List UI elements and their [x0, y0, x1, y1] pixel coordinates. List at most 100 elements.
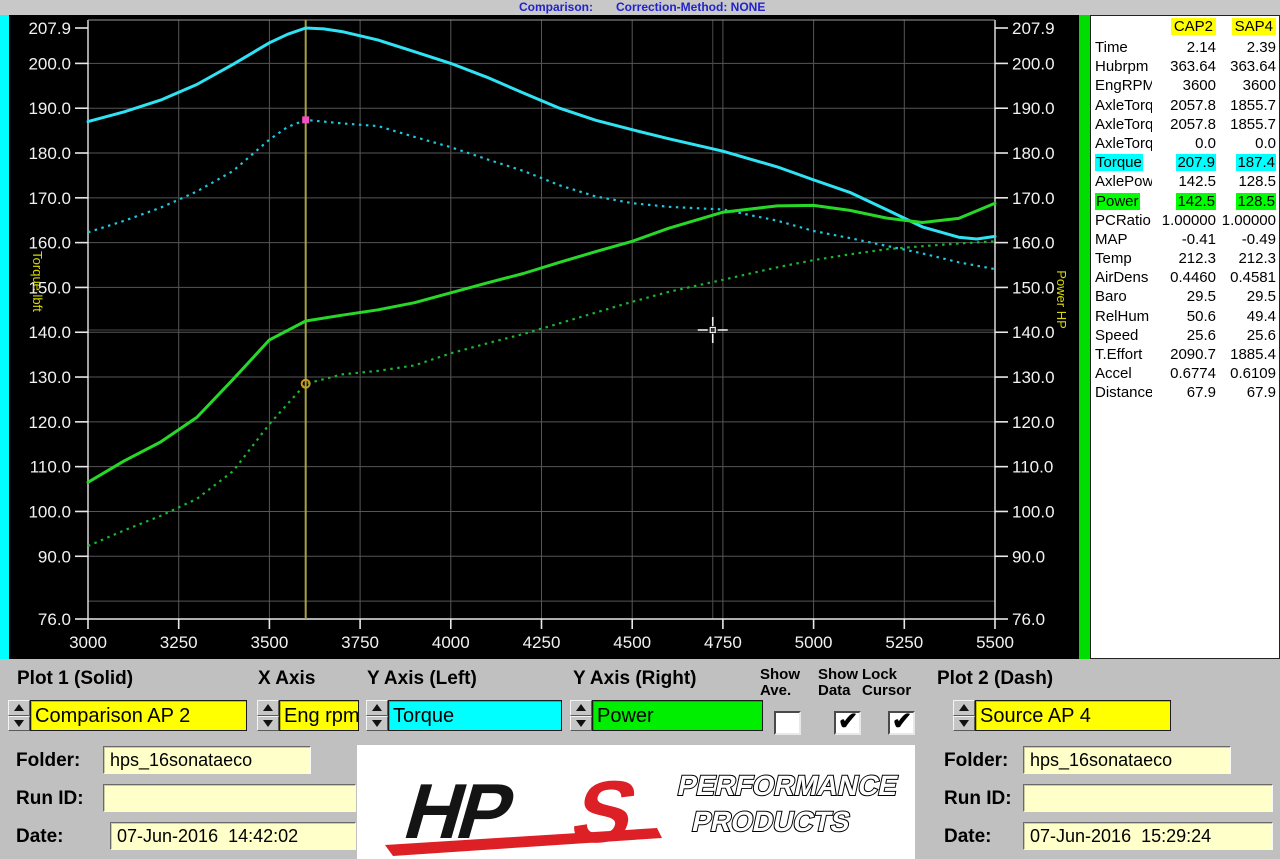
plot2-spinner-up-button[interactable]	[953, 700, 975, 716]
left-tick-label: 90.0	[38, 547, 71, 566]
runid-input-left[interactable]	[103, 784, 356, 812]
check-icon: ✔	[838, 707, 858, 736]
yright-select[interactable]: Power	[592, 700, 763, 731]
yleft-select[interactable]: Torque	[388, 700, 562, 731]
table-row: RelHum50.649.4	[1095, 308, 1276, 327]
arrow-down-icon	[959, 720, 969, 727]
table-header-row: CAP2 SAP4	[1095, 18, 1276, 39]
plot1-spinner-up-button[interactable]	[8, 700, 30, 716]
dyno-plot[interactable]: 207.9207.9200.0200.0190.0190.0180.0180.0…	[9, 15, 1078, 659]
plot1-select[interactable]: Comparison AP 2	[30, 700, 247, 731]
date-label-right: Date:	[944, 826, 992, 848]
table-row: Torque207.9187.4	[1095, 154, 1276, 173]
plot1-spinner	[8, 700, 30, 731]
hps-logo-graphic: HP S PERFORMANCE PRODUCTS	[357, 745, 915, 859]
plot2-spinner-down-button[interactable]	[953, 716, 975, 732]
right-tick-label: 100.0	[1012, 502, 1055, 521]
plot1-spinner-down-button[interactable]	[8, 716, 30, 732]
left-tick-label: 190.0	[28, 99, 71, 118]
table-row: PCRatio1.000001.00000	[1095, 212, 1276, 231]
runid-label-right: Run ID:	[944, 788, 1012, 810]
show-ave-checkbox[interactable]	[774, 711, 801, 735]
right-axis-color-bar	[1079, 15, 1090, 659]
x-tick-label: 4250	[523, 633, 561, 652]
xaxis-select[interactable]: Eng rpm	[279, 700, 359, 731]
right-tick-label: 160.0	[1012, 234, 1055, 253]
x-tick-label: 3750	[341, 633, 379, 652]
arrow-down-icon	[263, 720, 273, 727]
right-tick-label: 110.0	[1012, 458, 1053, 477]
folder-label-left: Folder:	[16, 750, 80, 772]
date-input-left[interactable]: 07-Jun-2016 14:42:02	[110, 822, 356, 850]
table-row: AxleTorq2057.81855.7	[1095, 97, 1276, 116]
table-column-header: SAP4	[1232, 18, 1276, 35]
runid-input-right[interactable]	[1023, 784, 1273, 812]
right-tick-label: 150.0	[1012, 278, 1055, 297]
right-tick-label: 180.0	[1012, 144, 1055, 163]
yright-spinner-up-button[interactable]	[570, 700, 592, 716]
table-row: Time2.142.39	[1095, 39, 1276, 58]
left-axis-color-bar	[0, 15, 9, 659]
xaxis-spinner-down-button[interactable]	[257, 716, 279, 732]
folder-label-right: Folder:	[944, 750, 1008, 772]
x-tick-label: 3000	[69, 633, 107, 652]
yleft-spinner-down-button[interactable]	[366, 716, 388, 732]
comparison-title: Comparison:	[519, 0, 593, 14]
x-tick-label: 4000	[432, 633, 470, 652]
xaxis-label: X Axis	[258, 668, 315, 690]
right-tick-label: 140.0	[1012, 323, 1055, 342]
left-tick-label: 130.0	[28, 368, 71, 387]
table-row: Baro29.529.5	[1095, 288, 1276, 307]
show-data-label: ShowData	[818, 667, 858, 699]
left-tick-label: 140.0	[28, 323, 71, 342]
yright-spinner-down-button[interactable]	[570, 716, 592, 732]
folder-input-right[interactable]: hps_16sonataeco	[1023, 746, 1231, 774]
left-tick-label: 180.0	[28, 144, 71, 163]
table-row: Power142.5128.5	[1095, 193, 1276, 212]
table-row: T.Effort2090.71885.4	[1095, 346, 1276, 365]
table-row: Distance67.967.9	[1095, 384, 1276, 403]
logo-performance-text: PERFORMANCE	[675, 769, 901, 801]
arrow-down-icon	[576, 720, 586, 727]
x-tick-label: 5500	[976, 633, 1014, 652]
table-row: Temp212.3212.3	[1095, 250, 1276, 269]
date-label-left: Date:	[16, 826, 64, 848]
yleft-label: Y Axis (Left)	[367, 668, 477, 690]
right-tick-label: 190.0	[1012, 99, 1055, 118]
left-tick-label: 76.0	[38, 610, 71, 629]
x-tick-label: 5250	[885, 633, 923, 652]
x-tick-label: 3500	[250, 633, 288, 652]
plot2-select[interactable]: Source AP 4	[975, 700, 1171, 731]
right-tick-label: 120.0	[1012, 413, 1055, 432]
logo-products-text: PRODUCTS	[689, 805, 853, 837]
right-tick-label: 90.0	[1012, 547, 1045, 566]
left-tick-label: 200.0	[28, 54, 71, 73]
yright-spinner	[570, 700, 592, 731]
right-tick-label: 130.0	[1012, 368, 1055, 387]
show-ave-label: ShowAve.	[760, 667, 800, 699]
table-column-header: CAP2	[1171, 18, 1216, 35]
x-tick-label: 4500	[613, 633, 651, 652]
xaxis-spinner	[257, 700, 279, 731]
arrow-up-icon	[263, 704, 273, 711]
yleft-spinner-up-button[interactable]	[366, 700, 388, 716]
table-row: Hubrpm363.64363.64	[1095, 58, 1276, 77]
runid-label-left: Run ID:	[16, 788, 84, 810]
folder-input-left[interactable]: hps_16sonataeco	[103, 746, 311, 774]
show-data-checkbox[interactable]: ✔	[834, 711, 861, 735]
lock-cursor-checkbox[interactable]: ✔	[888, 711, 915, 735]
left-tick-label: 100.0	[28, 502, 71, 521]
left-tick-label: 170.0	[28, 189, 71, 208]
xaxis-spinner-up-button[interactable]	[257, 700, 279, 716]
cursor-marker-square	[302, 116, 309, 123]
x-tick-label: 3250	[160, 633, 198, 652]
table-row: Speed25.625.6	[1095, 327, 1276, 346]
title-bar: Comparison: Correction-Method: NONE	[0, 0, 1280, 15]
plot2-label: Plot 2 (Dash)	[937, 668, 1053, 690]
left-tick-label: 120.0	[28, 413, 71, 432]
correction-method-title: Correction-Method: NONE	[616, 0, 765, 14]
left-tick-label: 110.0	[30, 458, 71, 477]
table-row: EngRPM36003600	[1095, 77, 1276, 96]
app-window: Comparison: Correction-Method: NONE 207.…	[0, 0, 1280, 859]
date-input-right[interactable]: 07-Jun-2016 15:29:24	[1023, 822, 1273, 850]
